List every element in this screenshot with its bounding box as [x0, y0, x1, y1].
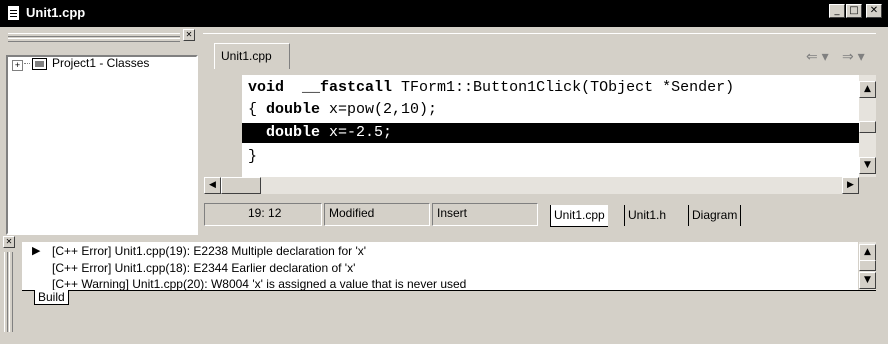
tree-expander-icon[interactable]: + [12, 60, 23, 71]
current-message-arrow-icon: ▶ [32, 245, 41, 257]
modified-indicator: Modified [329, 206, 375, 220]
message-line[interactable]: [C++ Error] Unit1.cpp(19): E2238 Multipl… [52, 243, 366, 259]
code-line-4: } [248, 148, 258, 165]
tree-pane-grip[interactable] [8, 33, 180, 42]
msg-scroll-down-arrow-icon[interactable]: ▼ [859, 272, 876, 289]
document-icon [8, 6, 19, 20]
tree-pane-close-button[interactable]: ✕ [183, 29, 195, 41]
editor-vertical-scrollbar[interactable]: ▲ ▼ [859, 75, 876, 177]
tab-unit1-cpp-file[interactable]: Unit1.cpp [550, 205, 608, 227]
forward-arrow-icon[interactable]: ⇒ ▾ [842, 48, 865, 65]
class-explorer-tree[interactable]: + Project1 - Classes [6, 55, 198, 235]
window-title: Unit1.cpp [26, 5, 86, 20]
code-editor[interactable]: void __fastcall TForm1::Button1Click(TOb… [242, 75, 859, 177]
tree-item-project1-classes[interactable]: Project1 - Classes [52, 56, 149, 70]
editor-status-bar: 19: 12 Modified Insert Unit1.cpp Unit1.h… [204, 203, 876, 227]
messages-grip[interactable] [4, 252, 8, 332]
tab-unit1-cpp[interactable]: Unit1.cpp [214, 43, 290, 69]
tab-unit1-h[interactable]: Unit1.h [624, 205, 669, 226]
title-bar[interactable]: Unit1.cpp _ □ ✕ [0, 0, 888, 27]
code-line-3-selected: double x=-2.5; [242, 123, 859, 143]
insert-mode-indicator: Insert [437, 206, 468, 220]
tab-diagram[interactable]: Diagram [688, 205, 742, 226]
editor-gutter [204, 75, 242, 177]
messages-scrollbar[interactable]: ▲ ▼ [859, 242, 876, 290]
msg-scroll-up-arrow-icon[interactable]: ▲ [859, 244, 876, 261]
scroll-up-arrow-icon[interactable]: ▲ [859, 81, 876, 98]
editor-horizontal-scrollbar[interactable]: ◀ ▶ [204, 177, 859, 194]
scroll-left-arrow-icon[interactable]: ◀ [204, 177, 221, 194]
hscroll-thumb[interactable] [221, 177, 261, 194]
project-icon [32, 58, 47, 70]
tab-label: Unit1.cpp [221, 49, 272, 63]
scroll-right-arrow-icon[interactable]: ▶ [842, 177, 859, 194]
code-line-1: void __fastcall TForm1::Button1Click(TOb… [248, 79, 735, 96]
scroll-thumb[interactable] [859, 121, 876, 133]
tab-build[interactable]: Build [34, 290, 69, 305]
messages-close-button[interactable]: ✕ [3, 236, 15, 248]
message-line[interactable]: [C++ Error] Unit1.cpp(18): E2344 Earlier… [52, 260, 355, 276]
msg-scroll-thumb[interactable] [859, 260, 876, 271]
cursor-position: 19: 12 [248, 206, 282, 220]
file-tabs: Unit1.cpp Unit1.h Diagram [544, 203, 876, 227]
minimize-button[interactable]: _ [829, 4, 845, 18]
scroll-down-arrow-icon[interactable]: ▼ [859, 157, 876, 174]
code-line-2: { double x=pow(2,10); [248, 101, 438, 118]
messages-list[interactable]: ▶ [C++ Error] Unit1.cpp(19): E2238 Multi… [22, 242, 858, 291]
maximize-button[interactable]: □ [846, 4, 862, 18]
close-button[interactable]: ✕ [866, 4, 882, 18]
back-arrow-icon[interactable]: ⇐ ▾ [806, 48, 829, 65]
